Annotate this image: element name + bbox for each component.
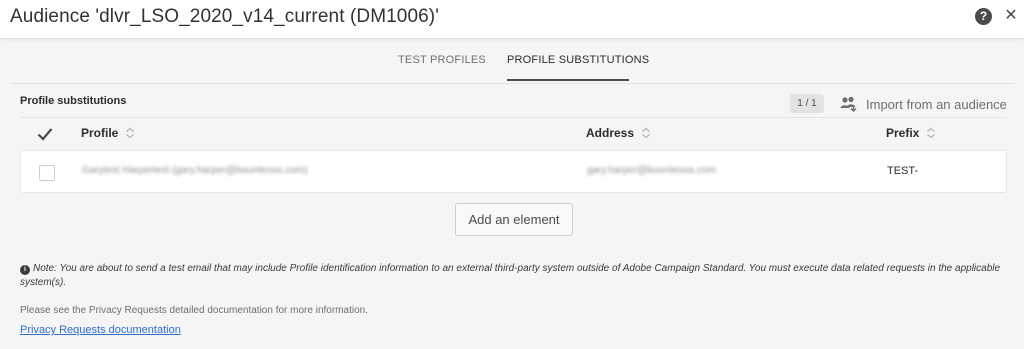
info-icon: i (20, 265, 30, 275)
tab-profile-substitutions[interactable]: PROFILE SUBSTITUTIONS (507, 54, 649, 66)
note-text: Note: You are about to send a test email… (20, 263, 1001, 288)
column-header-profile[interactable]: Profile (81, 126, 135, 140)
column-label: Prefix (886, 126, 920, 140)
privacy-info-text: Please see the Privacy Requests detailed… (20, 305, 368, 316)
sort-icon (927, 127, 936, 139)
add-element-button[interactable]: Add an element (455, 203, 573, 236)
column-label: Profile (81, 126, 119, 140)
sort-icon (126, 127, 135, 139)
prefix-cell: TEST- (887, 165, 919, 177)
close-icon[interactable]: ✕ (1003, 6, 1019, 26)
table-header: Profile Address Prefix (20, 117, 1007, 149)
tab-test-profiles[interactable]: TEST PROFILES (398, 54, 486, 66)
help-icon[interactable]: ? (975, 8, 992, 25)
pagination-indicator: 1 / 1 (790, 94, 824, 113)
note-message: i Note: You are about to send a test emai… (20, 262, 1010, 290)
column-header-prefix[interactable]: Prefix (886, 126, 936, 140)
active-tab-indicator (507, 79, 629, 81)
tabs-divider (10, 83, 1014, 84)
privacy-requests-link[interactable]: Privacy Requests documentation (20, 324, 181, 336)
column-header-address[interactable]: Address (586, 126, 651, 140)
address-cell: gary.harper@bounteous.com (587, 165, 716, 176)
table-row[interactable]: Garytest Harpertest (gary.harper@bounteo… (20, 150, 1007, 193)
users-import-icon (840, 96, 857, 112)
import-from-audience-button[interactable]: Import from an audience (840, 94, 1007, 114)
column-label: Address (586, 126, 635, 140)
dialog-title: Audience 'dlvr_LSO_2020_v14_current (DM1… (10, 6, 439, 27)
tab-bar: TEST PROFILES PROFILE SUBSTITUTIONS (0, 38, 1024, 84)
select-all-check-icon[interactable] (37, 127, 53, 141)
dialog-header: Audience 'dlvr_LSO_2020_v14_current (DM1… (0, 0, 1024, 38)
section-title: Profile substitutions (20, 95, 127, 107)
sort-icon (642, 127, 650, 139)
import-label: Import from an audience (866, 96, 1007, 112)
profile-cell: Garytest Harpertest (gary.harper@bounteo… (82, 165, 308, 176)
row-checkbox[interactable] (39, 165, 55, 181)
